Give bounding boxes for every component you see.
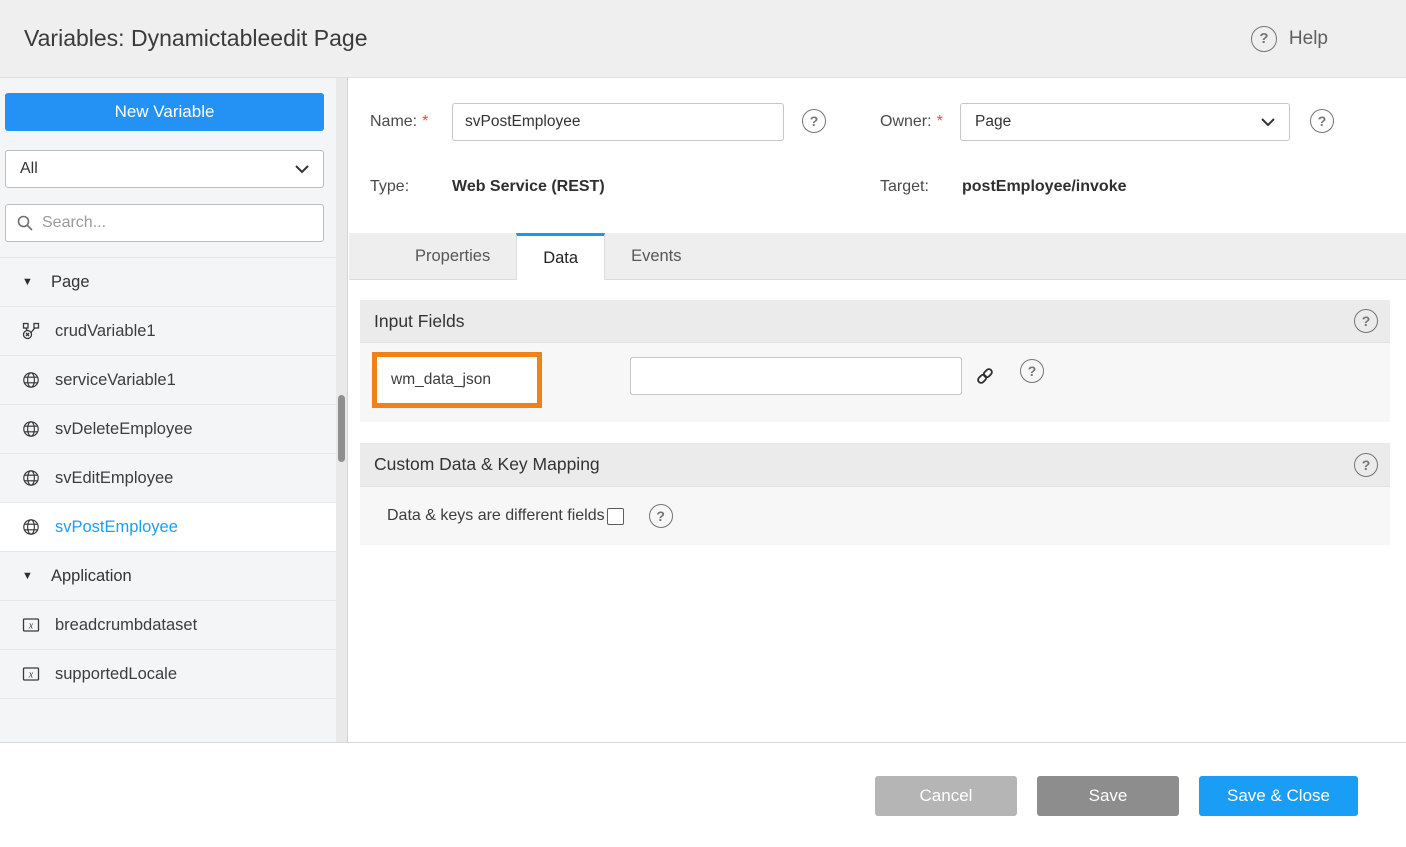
name-help-icon[interactable]: ? xyxy=(802,109,826,133)
new-variable-button[interactable]: New Variable xyxy=(5,93,324,131)
variable-label: crudVariable1 xyxy=(55,322,156,341)
variable-label: svEditEmployee xyxy=(55,469,173,488)
different-fields-row: Data & keys are different fields ? xyxy=(387,487,673,545)
variable-filter-select[interactable]: All xyxy=(5,150,324,188)
required-asterisk: * xyxy=(937,113,943,130)
wm-data-json-field-label: wm_data_json xyxy=(372,352,542,408)
sidebar-group-application[interactable]: ▼ Application xyxy=(0,552,337,601)
collapse-triangle-icon: ▼ xyxy=(22,570,38,582)
sidebar-item-supportedLocale[interactable]: x supportedLocale xyxy=(0,650,337,699)
type-value: Web Service (REST) xyxy=(452,178,605,196)
input-fields-help-icon[interactable]: ? xyxy=(1354,309,1378,333)
static-variable-icon: x xyxy=(22,665,40,683)
sidebar-item-breadcrumbdataset[interactable]: x breadcrumbdataset xyxy=(0,601,337,650)
help-button[interactable]: ? Help xyxy=(1251,26,1328,52)
name-label: Name:* xyxy=(370,103,428,141)
variable-label: serviceVariable1 xyxy=(55,371,176,390)
variables-sidebar: New Variable All ▼ Page crudVariable1 xyxy=(0,78,348,742)
crud-variable-icon xyxy=(22,322,40,340)
target-label: Target: xyxy=(880,159,929,215)
custom-data-header: Custom Data & Key Mapping ? xyxy=(360,443,1390,487)
variables-dialog: Variables: Dynamictableedit Page ? Help … xyxy=(0,0,1406,847)
page-title: Variables: Dynamictableedit Page xyxy=(24,25,367,52)
sidebar-item-serviceVariable1[interactable]: serviceVariable1 xyxy=(0,356,337,405)
sidebar-scrollbar[interactable] xyxy=(336,78,347,742)
variable-label: breadcrumbdataset xyxy=(55,616,197,635)
custom-data-help-icon[interactable]: ? xyxy=(1354,453,1378,477)
cancel-button[interactable]: Cancel xyxy=(875,776,1017,816)
save-and-close-button[interactable]: Save & Close xyxy=(1199,776,1358,816)
chevron-down-icon xyxy=(1261,118,1275,127)
input-fields-body: wm_data_json ? xyxy=(360,343,1390,422)
svg-text:x: x xyxy=(28,670,34,681)
custom-data-section: Custom Data & Key Mapping ? Data & keys … xyxy=(360,443,1390,545)
service-variable-icon xyxy=(22,518,40,536)
collapse-triangle-icon: ▼ xyxy=(22,276,38,288)
input-fields-section: Input Fields ? wm_data_json ? xyxy=(360,300,1390,422)
group-label: Application xyxy=(51,567,132,586)
owner-help-icon[interactable]: ? xyxy=(1310,109,1334,133)
owner-select[interactable]: Page xyxy=(960,103,1290,141)
sidebar-item-crudVariable1[interactable]: crudVariable1 xyxy=(0,307,337,356)
service-variable-icon xyxy=(22,371,40,389)
different-fields-help-icon[interactable]: ? xyxy=(649,504,673,528)
field-help-icon[interactable]: ? xyxy=(1020,359,1044,383)
sidebar-item-svEditEmployee[interactable]: svEditEmployee xyxy=(0,454,337,503)
help-icon: ? xyxy=(1251,26,1277,52)
variable-label: supportedLocale xyxy=(55,665,177,684)
input-fields-title: Input Fields xyxy=(374,311,464,332)
variable-search-box xyxy=(5,204,324,242)
name-input[interactable] xyxy=(452,103,784,141)
target-value: postEmployee/invoke xyxy=(962,178,1127,196)
tab-properties[interactable]: Properties xyxy=(389,233,516,279)
type-label: Type: xyxy=(370,159,409,215)
tab-data[interactable]: Data xyxy=(516,233,605,280)
sidebar-item-svPostEmployee[interactable]: svPostEmployee xyxy=(0,503,337,552)
variable-label: svPostEmployee xyxy=(55,518,178,537)
custom-data-body: Data & keys are different fields ? xyxy=(360,487,1390,545)
sidebar-group-page[interactable]: ▼ Page xyxy=(0,258,337,307)
owner-label: Owner:* xyxy=(880,103,943,141)
service-variable-icon xyxy=(22,469,40,487)
help-label: Help xyxy=(1289,28,1328,50)
scrollbar-thumb[interactable] xyxy=(338,395,345,462)
static-variable-icon: x xyxy=(22,616,40,634)
filter-selected-value: All xyxy=(20,160,38,178)
bind-link-icon[interactable] xyxy=(972,363,998,389)
custom-data-title: Custom Data & Key Mapping xyxy=(374,454,600,475)
owner-selected-value: Page xyxy=(975,113,1011,131)
dialog-header: Variables: Dynamictableedit Page ? Help xyxy=(0,0,1406,78)
input-fields-header: Input Fields ? xyxy=(360,300,1390,343)
wm-data-json-value-input[interactable] xyxy=(630,357,962,395)
sidebar-item-svDeleteEmployee[interactable]: svDeleteEmployee xyxy=(0,405,337,454)
different-fields-checkbox[interactable] xyxy=(607,508,624,525)
dialog-footer: Cancel Save Save & Close xyxy=(0,742,1406,847)
search-input[interactable] xyxy=(42,214,313,232)
service-variable-icon xyxy=(22,420,40,438)
search-icon xyxy=(16,214,34,232)
variable-label: svDeleteEmployee xyxy=(55,420,193,439)
tab-events[interactable]: Events xyxy=(605,233,707,279)
required-asterisk: * xyxy=(422,113,428,130)
group-label: Page xyxy=(51,273,90,292)
variable-detail-panel: Name:* ? Owner:* Page ? Type: Web Servic… xyxy=(349,78,1406,742)
save-button[interactable]: Save xyxy=(1037,776,1179,816)
variable-list: ▼ Page crudVariable1 serviceVariable1 sv… xyxy=(0,257,337,699)
chevron-down-icon xyxy=(295,165,309,174)
svg-text:x: x xyxy=(28,621,34,632)
detail-tabs: Properties Data Events xyxy=(349,233,1406,280)
different-fields-label: Data & keys are different fields xyxy=(387,507,605,525)
